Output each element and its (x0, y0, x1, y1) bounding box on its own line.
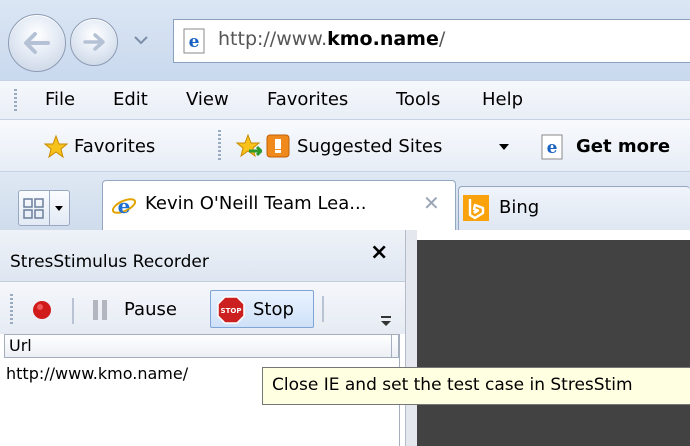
recorder-panel-header: StresStimulus Recorder × (0, 230, 405, 282)
recorder-title: StresStimulus Recorder (10, 252, 209, 272)
tab-bing[interactable]: Bing (458, 186, 690, 230)
back-arrow-icon (24, 32, 50, 54)
panel-splitter[interactable] (405, 230, 417, 446)
bing-logo-icon (463, 195, 489, 221)
star-icon (44, 135, 68, 159)
toolbar-separator (72, 298, 74, 324)
add-favorite-star-icon (235, 133, 265, 158)
quick-tabs-button[interactable] (18, 190, 70, 226)
pause-button[interactable]: Pause (88, 294, 200, 326)
stop-sign-icon: STOP (217, 296, 245, 324)
chevron-down-icon (134, 36, 148, 45)
pause-icon (93, 300, 107, 320)
toolbar-grip (218, 130, 221, 162)
toolbar-separator (322, 296, 324, 322)
tooltip: Close IE and set the test case in StresS… (262, 367, 690, 405)
svg-text:STOP: STOP (221, 307, 242, 315)
back-button[interactable] (8, 14, 66, 72)
ie-logo-icon: e (111, 194, 137, 218)
tab-bar: e Kevin O'Neill Team Lea... ✕ Bing (0, 172, 690, 230)
menu-view[interactable]: View (186, 89, 229, 110)
menu-help[interactable]: Help (482, 89, 523, 110)
close-panel-icon[interactable]: × (370, 240, 388, 265)
url-text: http://www.kmo.name/ (218, 28, 446, 50)
get-more-addons-button[interactable]: e Get more (536, 132, 690, 166)
recorder-toolbar: Pause STOP Stop (0, 282, 405, 334)
list-item[interactable]: http://www.kmo.name/ (6, 364, 188, 383)
url-input[interactable]: e http://www.kmo.name/ (173, 19, 690, 63)
ie-page-icon: e (182, 28, 208, 54)
recorder-panel: StresStimulus Recorder × Pause STOP Stop (0, 230, 405, 446)
svg-text:e: e (547, 138, 558, 158)
quick-tabs-grid-icon (23, 198, 44, 219)
menu-edit[interactable]: Edit (113, 89, 148, 110)
tab-bing-title: Bing (499, 197, 540, 218)
overflow-chevron-icon (381, 316, 391, 326)
page-content-area (417, 240, 690, 446)
svg-text:e: e (189, 32, 200, 52)
menu-grip (14, 89, 17, 113)
ie-page-icon: e (541, 134, 563, 160)
record-button[interactable] (30, 298, 54, 322)
record-icon (33, 301, 51, 319)
favorites-bar: Favorites Suggested Sites e Get more (0, 120, 690, 172)
menu-file[interactable]: File (45, 89, 75, 110)
address-bar: e http://www.kmo.name/ (0, 0, 690, 80)
chevron-down-icon (499, 144, 509, 150)
suggested-sites-icon (266, 134, 290, 158)
tab-list-chevron-icon (55, 206, 63, 211)
forward-arrow-icon (83, 33, 105, 51)
close-tab-icon[interactable]: ✕ (423, 191, 440, 215)
toolbar-grip (10, 294, 13, 324)
suggested-sites-button[interactable]: Suggested Sites (262, 130, 518, 164)
svg-text:e: e (118, 194, 131, 218)
menu-bar: File Edit View Favorites Tools Help (0, 80, 690, 120)
recent-pages-dropdown[interactable] (130, 30, 152, 50)
forward-button[interactable] (70, 18, 118, 66)
tab-active[interactable]: e Kevin O'Neill Team Lea... ✕ (102, 180, 456, 230)
tab-active-title: Kevin O'Neill Team Lea... (145, 193, 367, 214)
menu-tools[interactable]: Tools (396, 89, 440, 110)
toolbar-overflow-button[interactable] (378, 310, 394, 330)
add-to-favorites-button[interactable] (235, 133, 265, 160)
stop-button[interactable]: STOP Stop (210, 290, 314, 328)
favorites-button[interactable]: Favorites (14, 128, 188, 164)
url-column-header[interactable]: Url (4, 334, 399, 358)
menu-favorites[interactable]: Favorites (267, 89, 348, 110)
